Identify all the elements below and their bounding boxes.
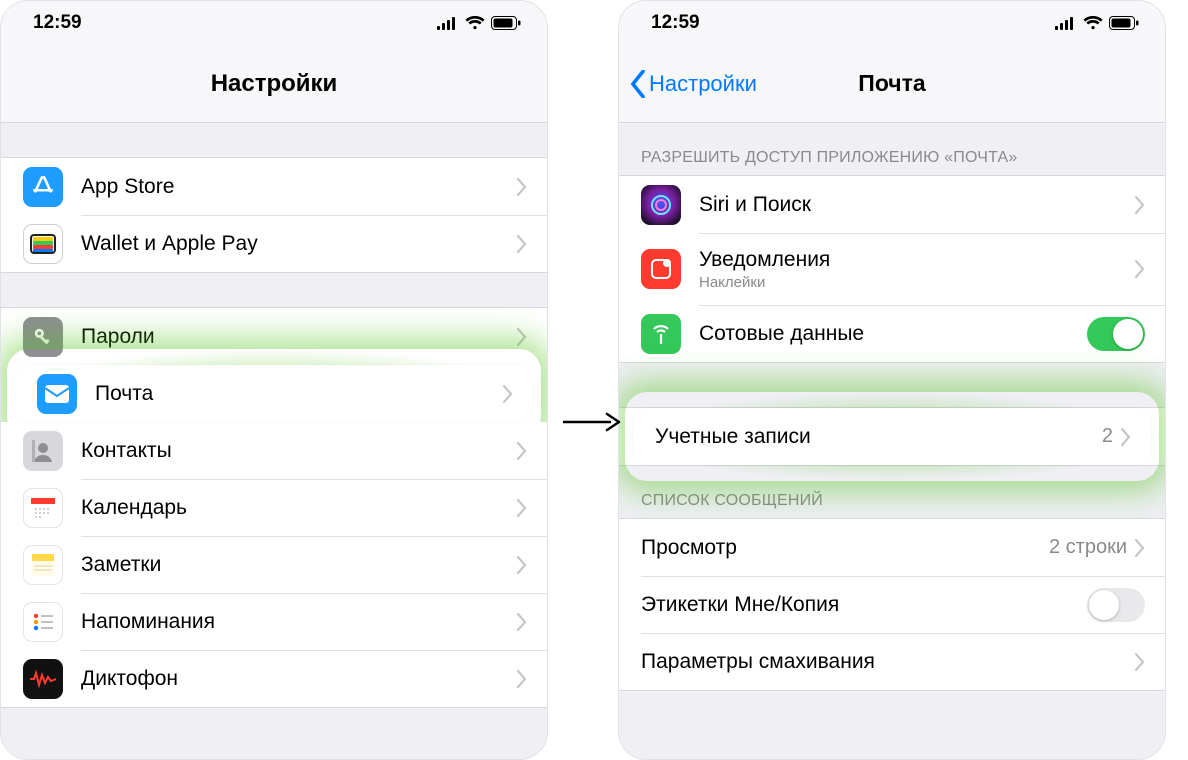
row-label: Учетные записи: [655, 425, 1102, 449]
row-label: Siri и Поиск: [699, 193, 1135, 217]
row-label: Диктофон: [81, 667, 517, 691]
chevron-right-icon: [517, 613, 527, 631]
chevron-right-icon: [1135, 653, 1145, 671]
notification-icon: [641, 249, 681, 289]
row-label: Почта: [95, 382, 503, 406]
row-swipe-options[interactable]: Параметры смахивания: [619, 633, 1165, 690]
messages-group: Просмотр 2 строки Этикетки Мне/Копия Пар…: [619, 518, 1165, 691]
status-bar: 12:59: [1, 1, 547, 45]
battery-icon: [491, 16, 521, 30]
row-cellular-data[interactable]: Сотовые данные: [619, 305, 1165, 362]
row-label: Параметры смахивания: [641, 650, 1135, 674]
row-label: Контакты: [81, 439, 517, 463]
calendar-icon: [23, 488, 63, 528]
row-sublabel: Наклейки: [699, 274, 1135, 291]
chevron-right-icon: [1135, 539, 1145, 557]
row-notifications[interactable]: Уведомления Наклейки: [619, 233, 1165, 305]
row-label: Сотовые данные: [699, 322, 1087, 346]
settings-group-store: App Store Wallet и Apple Pay: [1, 157, 547, 273]
chevron-right-icon: [503, 385, 513, 403]
mail-icon: [37, 374, 77, 414]
cellular-icon: [1055, 16, 1077, 30]
row-label: App Store: [81, 175, 517, 199]
accounts-count: 2: [1102, 425, 1113, 448]
settings-screen: 12:59 Настройки App Store: [0, 0, 548, 760]
row-accounts[interactable]: Учетные записи 2: [633, 408, 1151, 465]
cellular-icon: [437, 16, 459, 30]
chevron-right-icon: [517, 328, 527, 346]
wallet-icon: [23, 224, 63, 264]
chevron-right-icon: [517, 178, 527, 196]
wifi-icon: [465, 16, 485, 30]
settings-row-notes[interactable]: Заметки: [1, 536, 547, 593]
status-icons: [437, 16, 521, 30]
settings-row-contacts[interactable]: Контакты: [1, 422, 547, 479]
settings-row-wallet[interactable]: Wallet и Apple Pay: [1, 215, 547, 272]
navbar-settings: Настройки: [1, 45, 547, 123]
back-label: Настройки: [649, 71, 757, 97]
settings-row-appstore[interactable]: App Store: [1, 158, 547, 215]
row-tocc-labels[interactable]: Этикетки Мне/Копия: [619, 576, 1165, 633]
reminders-icon: [23, 602, 63, 642]
tocc-toggle[interactable]: [1087, 588, 1145, 622]
page-title: Почта: [858, 70, 925, 97]
chevron-right-icon: [517, 499, 527, 517]
row-label: Заметки: [81, 553, 517, 577]
section-header-access: РАЗРЕШИТЬ ДОСТУП ПРИЛОЖЕНИЮ «ПОЧТА»: [619, 123, 1165, 175]
status-bar: 12:59: [619, 1, 1165, 45]
chevron-right-icon: [517, 442, 527, 460]
highlight-accounts: Учетные записи 2: [619, 408, 1165, 465]
navbar-mail: Настройки Почта: [619, 45, 1165, 123]
row-siri-search[interactable]: Siri и Поиск: [619, 176, 1165, 233]
row-label: Календарь: [81, 496, 517, 520]
row-label: Пароли: [81, 325, 517, 349]
settings-row-mail[interactable]: Почта: [15, 365, 533, 422]
battery-icon: [1109, 16, 1139, 30]
page-title: Настройки: [211, 70, 338, 98]
settings-group-apps: Пароли Почта Конта: [1, 307, 547, 708]
cellular-toggle[interactable]: [1087, 317, 1145, 351]
chevron-right-icon: [517, 670, 527, 688]
chevron-right-icon: [1135, 196, 1145, 214]
chevron-right-icon: [517, 556, 527, 574]
status-icons: [1055, 16, 1139, 30]
settings-row-calendar[interactable]: Календарь: [1, 479, 547, 536]
voicememos-icon: [23, 659, 63, 699]
highlight-mail: Почта: [1, 365, 547, 422]
status-time: 12:59: [651, 12, 700, 34]
mail-settings-screen: 12:59 Настройки Почта РАЗРЕШИТЬ ДОСТУП П…: [618, 0, 1166, 760]
status-time: 12:59: [33, 12, 82, 34]
settings-row-reminders[interactable]: Напоминания: [1, 593, 547, 650]
siri-icon: [641, 185, 681, 225]
chevron-right-icon: [1135, 260, 1145, 278]
row-label: Напоминания: [81, 610, 517, 634]
preview-detail: 2 строки: [1049, 536, 1127, 559]
row-label: Wallet и Apple Pay: [81, 232, 517, 256]
row-label: Просмотр: [641, 536, 1049, 560]
cellular-data-icon: [641, 314, 681, 354]
chevron-left-icon: [629, 70, 647, 98]
contacts-icon: [23, 431, 63, 471]
row-label: Этикетки Мне/Копия: [641, 593, 1087, 617]
notes-icon: [23, 545, 63, 585]
appstore-icon: [23, 167, 63, 207]
access-group: Siri и Поиск Уведомления Наклейки: [619, 175, 1165, 363]
row-preview[interactable]: Просмотр 2 строки: [619, 519, 1165, 576]
settings-row-voicememos[interactable]: Диктофон: [1, 650, 547, 707]
chevron-right-icon: [1121, 428, 1131, 446]
chevron-right-icon: [517, 235, 527, 253]
accounts-group: Учетные записи 2: [619, 407, 1165, 466]
flow-arrow: [560, 410, 622, 434]
back-button[interactable]: Настройки: [629, 70, 757, 98]
row-label: Уведомления: [699, 248, 1135, 272]
wifi-icon: [1083, 16, 1103, 30]
